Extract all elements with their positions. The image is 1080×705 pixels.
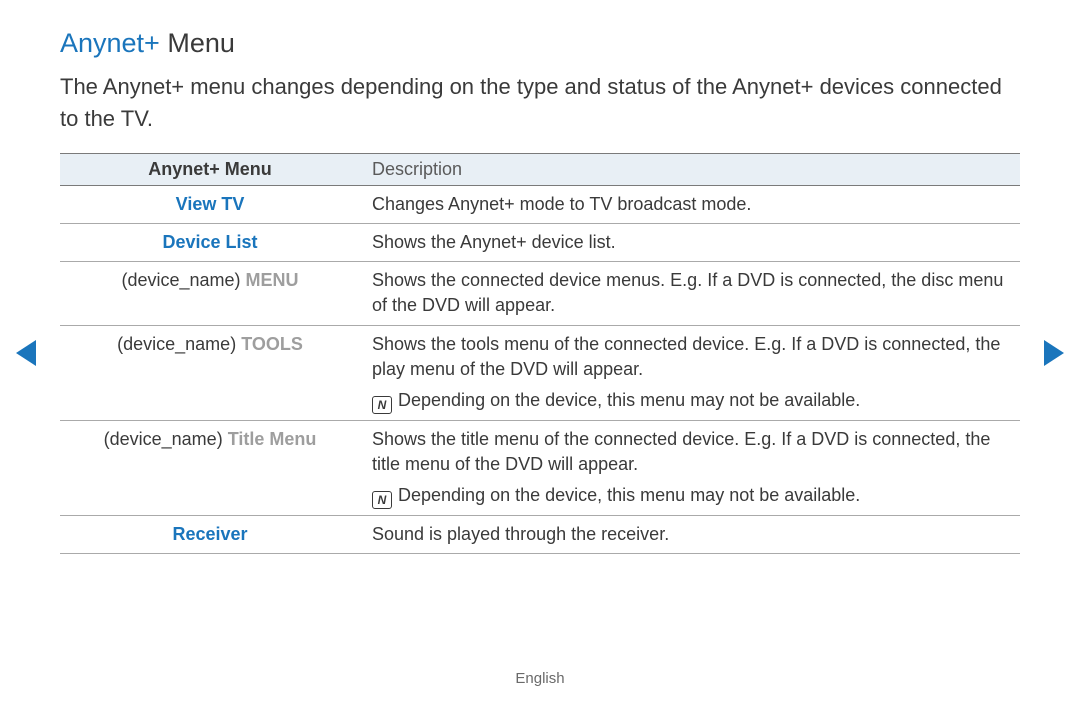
menu-item-description: Shows the Anynet+ device list.: [360, 223, 1020, 261]
menu-item-prefix: (device_name): [121, 270, 245, 290]
footer-language: English: [0, 670, 1080, 687]
menu-item-name: View TV: [60, 185, 360, 223]
menu-item-prefix: (device_name): [104, 429, 228, 449]
table-header-right: Description: [360, 153, 1020, 185]
menu-item-label: Device List: [162, 232, 257, 252]
menu-item-description: Shows the title menu of the connected de…: [360, 420, 1020, 515]
menu-item-label: MENU: [246, 270, 299, 290]
table-row: (device_name) MENU Shows the connected de…: [60, 262, 1020, 325]
table-row: (device_name) Title Menu Shows the title …: [60, 420, 1020, 515]
menu-item-label: Title Menu: [228, 429, 317, 449]
menu-item-name: (device_name) TOOLS: [60, 325, 360, 420]
description-text: Sound is played through the receiver.: [372, 524, 669, 544]
menu-item-label: View TV: [176, 194, 245, 214]
menu-item-name: (device_name) Title Menu: [60, 420, 360, 515]
table-row: (device_name) TOOLS Shows the tools menu …: [60, 325, 1020, 420]
menu-item-prefix: (device_name): [117, 334, 241, 354]
description-text: Changes Anynet+ mode to TV broadcast mod…: [372, 194, 751, 214]
description-text: Shows the title menu of the connected de…: [372, 429, 990, 474]
menu-item-description: Shows the tools menu of the connected de…: [360, 325, 1020, 420]
menu-item-name: (device_name) MENU: [60, 262, 360, 325]
table-row: View TV Changes Anynet+ mode to TV broadc…: [60, 185, 1020, 223]
anynet-menu-table: Anynet+ Menu Description View TV Changes …: [60, 153, 1020, 555]
table-header-row: Anynet+ Menu Description: [60, 153, 1020, 185]
menu-item-name: Receiver: [60, 516, 360, 554]
description-text: Shows the Anynet+ device list.: [372, 232, 616, 252]
menu-item-label: Receiver: [172, 524, 247, 544]
next-page-arrow-icon[interactable]: [1044, 340, 1064, 366]
menu-item-description: Changes Anynet+ mode to TV broadcast mod…: [360, 185, 1020, 223]
note-line: N Depending on the device, this menu may …: [372, 483, 1008, 509]
note-line: N Depending on the device, this menu may …: [372, 388, 1008, 414]
title-rest: Menu: [160, 28, 235, 58]
menu-item-label: TOOLS: [241, 334, 303, 354]
description-text: Shows the tools menu of the connected de…: [372, 334, 1000, 379]
table-row: Receiver Sound is played through the rece…: [60, 516, 1020, 554]
menu-item-name: Device List: [60, 223, 360, 261]
menu-item-description: Shows the connected device menus. E.g. I…: [360, 262, 1020, 325]
note-icon: N: [372, 491, 392, 509]
note-text: Depending on the device, this menu may n…: [398, 485, 860, 505]
table-row: Device List Shows the Anynet+ device list…: [60, 223, 1020, 261]
menu-item-description: Sound is played through the receiver.: [360, 516, 1020, 554]
note-text: Depending on the device, this menu may n…: [398, 390, 860, 410]
description-text: Shows the connected device menus. E.g. I…: [372, 270, 1003, 315]
intro-paragraph: The Anynet+ menu changes depending on th…: [60, 71, 1020, 135]
page-title: Anynet+ Menu: [60, 28, 1020, 59]
table-header-left: Anynet+ Menu: [60, 153, 360, 185]
title-accent: Anynet+: [60, 28, 160, 58]
prev-page-arrow-icon[interactable]: [16, 340, 36, 366]
note-icon: N: [372, 396, 392, 414]
